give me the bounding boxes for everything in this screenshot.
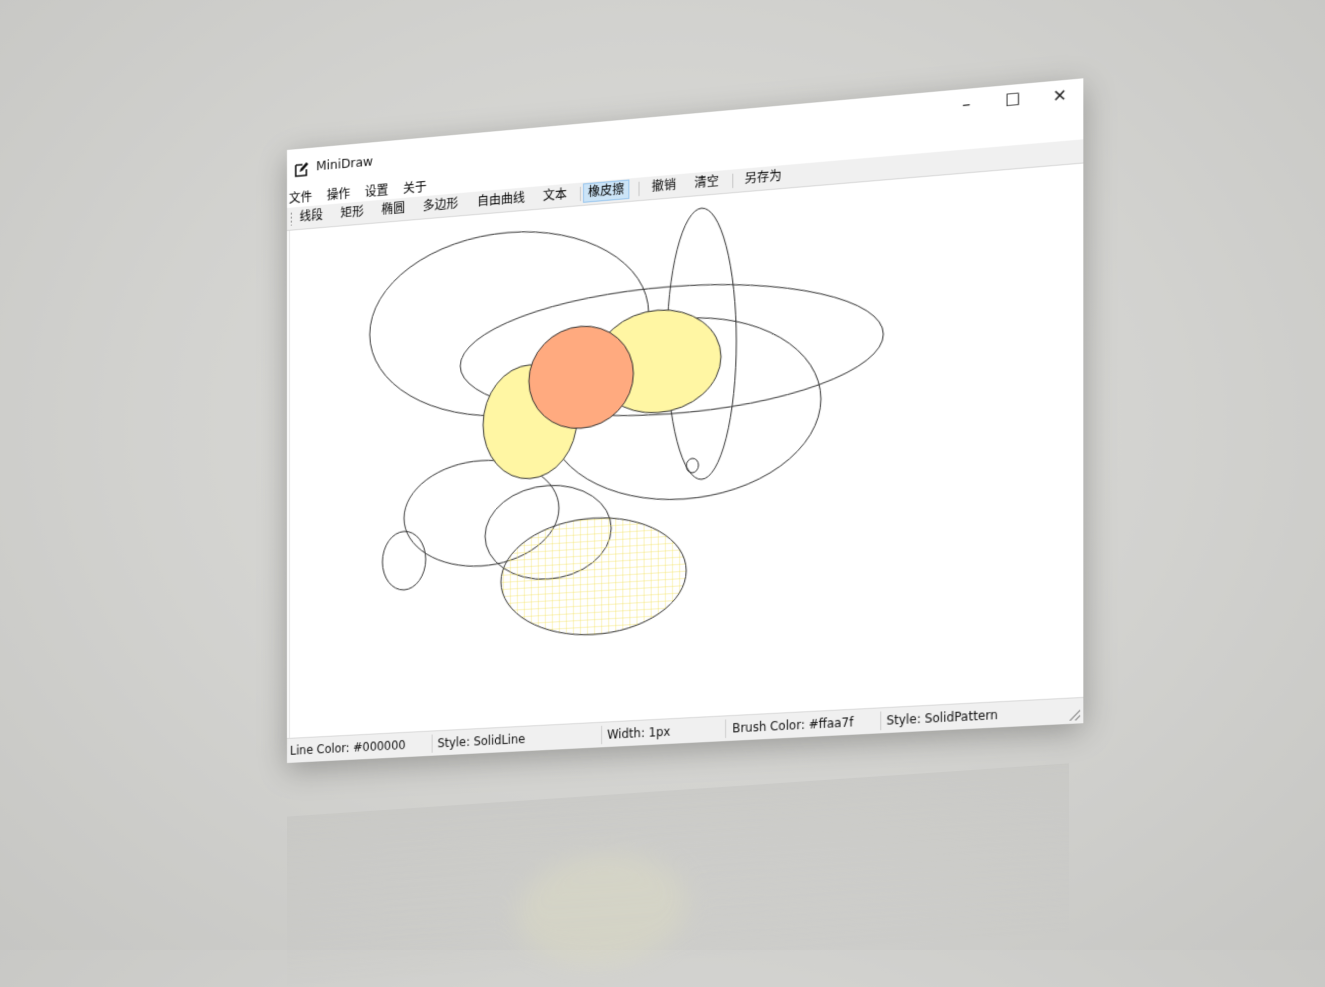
- drawing-canvas[interactable]: [288, 163, 1081, 738]
- minimize-button[interactable]: –: [943, 87, 989, 122]
- edit-square-icon: [293, 160, 310, 180]
- ellipse-tiny: [686, 458, 698, 473]
- tool-text[interactable]: 文本: [539, 186, 571, 206]
- status-brush-color: Brush Color: #ffaa7f: [732, 714, 854, 736]
- tool-ellipse[interactable]: 椭圆: [378, 199, 409, 219]
- minimize-icon: –: [962, 93, 971, 115]
- tool-rectangle[interactable]: 矩形: [337, 203, 368, 223]
- undo-button[interactable]: 撤销: [648, 176, 681, 196]
- tool-freehand[interactable]: 自由曲线: [473, 189, 529, 211]
- status-separator: [431, 734, 433, 753]
- clear-button[interactable]: 清空: [690, 172, 723, 192]
- window-reflection: [287, 763, 1069, 987]
- ellipse-hatched: [501, 512, 686, 640]
- minidraw-window: MiniDraw – ☐ ✕ 文件 操作 设置 关于 线段 矩形 椭圆 多边形 …: [287, 78, 1084, 763]
- status-brush-style: Style: SolidPattern: [886, 707, 998, 728]
- tool-eraser[interactable]: 橡皮擦: [582, 179, 630, 203]
- canvas-shapes: [290, 164, 1080, 738]
- save-as-button[interactable]: 另存为: [740, 167, 785, 188]
- maximize-icon: ☐: [1005, 89, 1021, 111]
- maximize-button[interactable]: ☐: [990, 83, 1037, 119]
- status-line-style: Style: SolidLine: [437, 731, 526, 751]
- tool-polygon[interactable]: 多边形: [419, 195, 462, 216]
- tool-line[interactable]: 线段: [296, 207, 327, 227]
- desktop: MiniDraw – ☐ ✕ 文件 操作 设置 关于 线段 矩形 椭圆 多边形 …: [0, 0, 1325, 987]
- close-icon: ✕: [1052, 85, 1067, 107]
- status-separator: [725, 719, 727, 739]
- menu-settings[interactable]: 设置: [365, 181, 389, 200]
- menu-about[interactable]: 关于: [403, 178, 427, 197]
- window-title: MiniDraw: [316, 153, 373, 174]
- ellipse-small-left: [382, 530, 425, 591]
- toolbar-grip[interactable]: [289, 211, 293, 226]
- menu-operate[interactable]: 操作: [327, 184, 350, 203]
- resize-grip[interactable]: [1069, 709, 1081, 721]
- close-button[interactable]: ✕: [1036, 78, 1083, 114]
- toolbar-separator: [579, 186, 581, 202]
- menu-file[interactable]: 文件: [289, 188, 312, 207]
- toolbar-separator: [732, 173, 734, 189]
- status-separator: [880, 711, 882, 731]
- toolbar-separator: [638, 181, 640, 197]
- status-line-color: Line Color: #000000: [289, 737, 406, 758]
- status-width: Width: 1px: [607, 724, 671, 742]
- status-separator: [601, 725, 603, 745]
